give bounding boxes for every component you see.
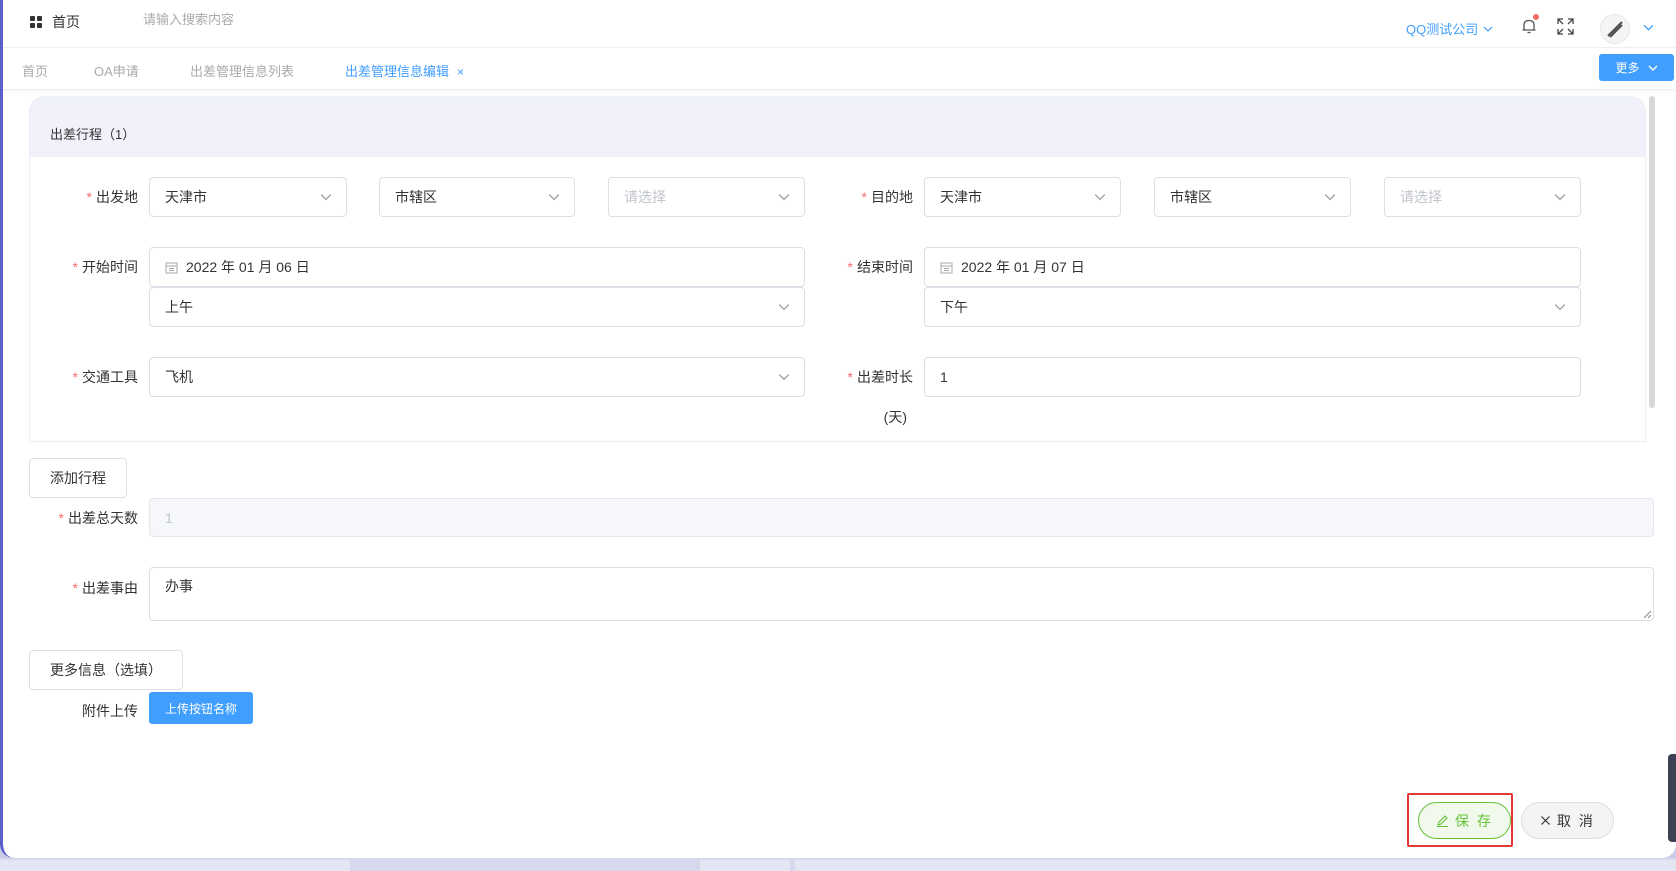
company-switcher[interactable]: QQ测试公司 [1406, 19, 1493, 38]
end-date-picker[interactable]: 2022 年 01 月 07 日 [924, 247, 1581, 287]
chevron-down-icon [778, 194, 790, 201]
trip-card-title: 出差行程（1） [30, 97, 1645, 157]
chevron-down-icon [778, 304, 790, 311]
save-label: 保 存 [1455, 812, 1493, 829]
home-label: 首页 [52, 14, 80, 30]
edit-icon [1437, 815, 1449, 827]
calendar-icon [165, 261, 178, 274]
search-input[interactable] [143, 12, 403, 27]
chevron-down-icon [1324, 194, 1336, 201]
chevron-down-icon [1483, 26, 1493, 32]
avatar-image-icon [1607, 21, 1623, 38]
chevron-down-icon [320, 194, 332, 201]
destination-label: * 目的地 [861, 189, 913, 205]
duration-input[interactable]: 1 [924, 357, 1581, 397]
destination-district-select[interactable]: 市辖区 [1154, 177, 1351, 217]
chevron-down-icon [1094, 194, 1106, 201]
departure-sub-select[interactable]: 请选择 [608, 177, 805, 217]
tab-oa-apply[interactable]: OA申请 [94, 61, 139, 80]
duration-unit: (天) [883, 409, 907, 425]
total-days-input: 1 [149, 498, 1654, 537]
tab-close-icon[interactable]: × [457, 65, 464, 79]
chevron-down-icon [1554, 194, 1566, 201]
more-button-label: 更多 [1615, 61, 1640, 75]
tab-bar: 首页 OA申请 出差管理信息列表 出差管理信息编辑 × [3, 48, 1676, 90]
chevron-down-icon [778, 374, 790, 381]
home-link[interactable]: 首页 [30, 12, 80, 32]
departure-label: * 出发地 [86, 189, 138, 205]
notification-bell-icon[interactable] [1520, 14, 1539, 35]
close-icon [1541, 816, 1550, 825]
avatar-chevron-down-icon[interactable] [1643, 22, 1654, 33]
start-date-picker[interactable]: 2022 年 01 月 06 日 [149, 247, 805, 287]
calendar-icon [940, 261, 953, 274]
add-trip-button[interactable]: 添加行程 [29, 458, 127, 498]
end-period-select[interactable]: 下午 [924, 287, 1581, 327]
end-time-label: * 结束时间 [847, 259, 913, 275]
side-panel-handle[interactable] [1668, 754, 1676, 842]
transport-select[interactable]: 飞机 [149, 357, 805, 397]
app-frame: 首页 QQ测试公司 首页 OA申请 出差管理信息列表 出差管理信息编辑 × 更多 [0, 0, 1676, 858]
start-time-label: * 开始时间 [72, 259, 138, 275]
destination-city-select[interactable]: 天津市 [924, 177, 1121, 217]
attachment-label: 附件上传 [82, 703, 138, 719]
resize-handle-icon[interactable] [1642, 609, 1652, 619]
user-avatar[interactable] [1600, 14, 1630, 44]
more-info-button[interactable]: 更多信息（选填） [29, 650, 183, 690]
destination-sub-select[interactable]: 请选择 [1384, 177, 1581, 217]
fullscreen-icon[interactable] [1557, 18, 1574, 35]
save-button[interactable]: 保 存 [1418, 802, 1511, 839]
chevron-down-icon [1648, 65, 1657, 71]
transport-label: * 交通工具 [72, 369, 138, 385]
vertical-scrollbar[interactable] [1649, 96, 1655, 408]
reason-label: * 出差事由 [72, 580, 138, 596]
tab-trip-edit-label: 出差管理信息编辑 [345, 64, 450, 79]
top-header: 首页 QQ测试公司 [3, 0, 1676, 48]
cancel-label: 取 消 [1557, 812, 1595, 829]
duration-label: * 出差时长 [847, 369, 913, 385]
reason-textarea[interactable]: 办事 [149, 567, 1654, 621]
chevron-down-icon [548, 194, 560, 201]
departure-city-select[interactable]: 天津市 [149, 177, 347, 217]
cancel-button[interactable]: 取 消 [1521, 802, 1614, 839]
tab-trip-list[interactable]: 出差管理信息列表 [190, 61, 294, 80]
chevron-down-icon [1554, 304, 1566, 311]
start-period-select[interactable]: 上午 [149, 287, 805, 327]
reason-text: 办事 [165, 578, 193, 594]
tab-trip-edit[interactable]: 出差管理信息编辑 × [345, 61, 464, 80]
departure-district-select[interactable]: 市辖区 [379, 177, 575, 217]
total-days-label: * 出差总天数 [58, 510, 138, 526]
more-button[interactable]: 更多 [1599, 54, 1674, 81]
company-name: QQ测试公司 [1406, 22, 1479, 37]
notification-dot [1533, 14, 1539, 20]
upload-button[interactable]: 上传按钮名称 [149, 692, 253, 724]
tab-home[interactable]: 首页 [22, 61, 48, 80]
taskbar-strip [0, 858, 1676, 871]
apps-grid-icon [30, 16, 42, 28]
